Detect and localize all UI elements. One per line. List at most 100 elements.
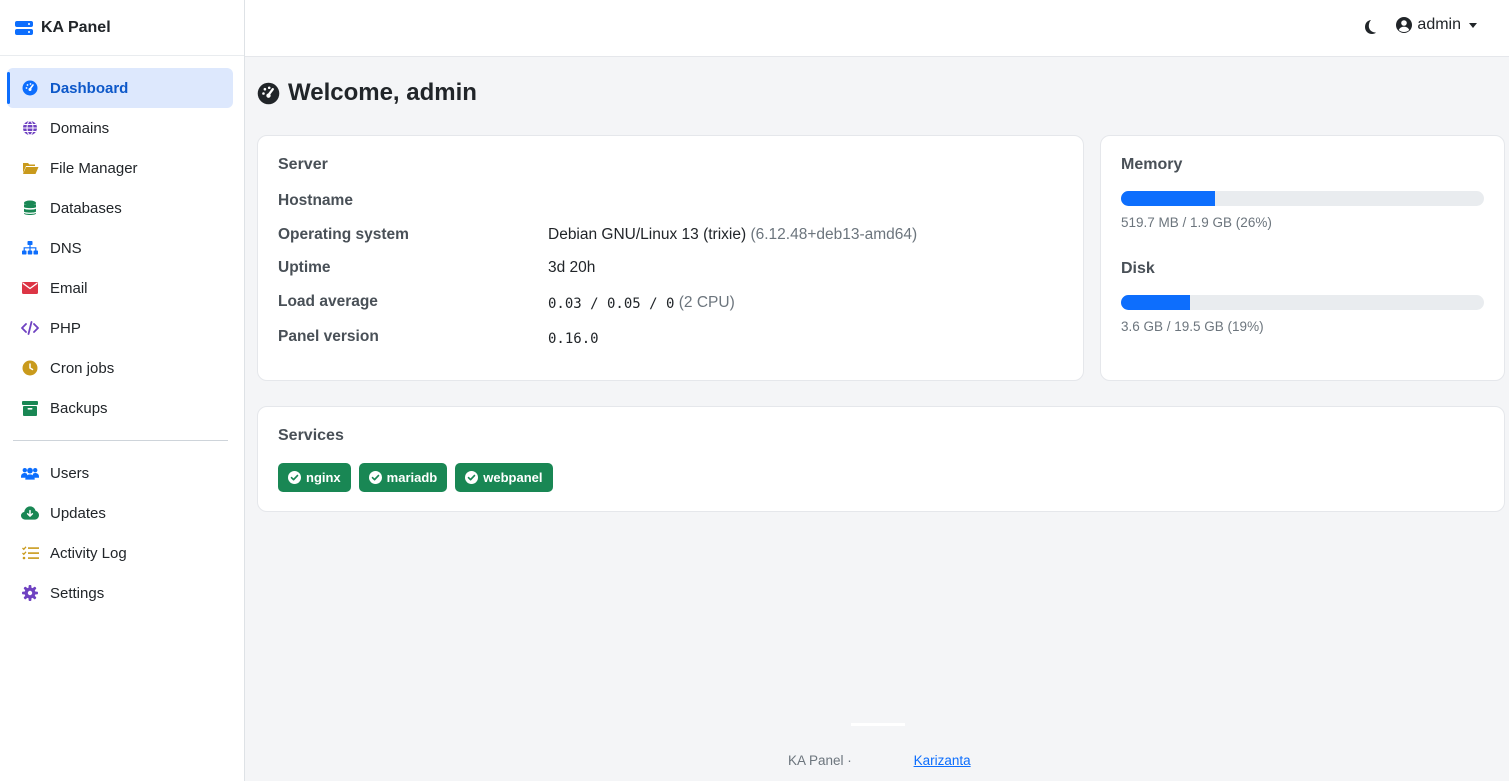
user-circle-icon [1396, 17, 1413, 33]
sitemap-icon [21, 239, 39, 257]
check-circle-icon [465, 471, 479, 484]
sidebar-item-label: PHP [50, 319, 81, 337]
disk-label: Disk [1121, 260, 1155, 277]
service-name: nginx [306, 470, 341, 485]
sidebar-item-php[interactable]: PHP [7, 308, 233, 348]
brand-name: KA Panel [41, 18, 111, 36]
sidebar-nav: Dashboard Domains File Manager Databases… [0, 56, 244, 613]
sidebar-item-cron-jobs[interactable]: Cron jobs [7, 348, 233, 388]
globe-icon [21, 119, 39, 137]
os-kernel: (6.12.48+deb13-amd64) [750, 226, 918, 243]
disk-progress-bar [1121, 295, 1484, 310]
os-row: Operating system Debian GNU/Linux 13 (tr… [278, 226, 1063, 248]
check-circle-icon [288, 471, 301, 484]
user-menu[interactable]: admin [1396, 16, 1477, 34]
memory-label: Memory [1121, 156, 1183, 173]
load-cpu: (2 CPU) [678, 294, 735, 311]
uptime-label: Uptime [278, 259, 331, 276]
version-value: 0.16.0 [548, 331, 599, 347]
sidebar-item-updates[interactable]: Updates [7, 493, 233, 533]
list-check-icon [21, 544, 39, 562]
resources-card: Memory 519.7 MB / 1.9 GB (26%) Disk 3.6 … [1100, 135, 1505, 381]
sidebar-item-dashboard[interactable]: Dashboard [7, 68, 233, 108]
load-label: Load average [278, 293, 378, 310]
sidebar-item-label: Databases [50, 199, 122, 217]
main-content: Welcome, admin Server Hostname Operating… [245, 57, 1509, 781]
sidebar-item-dns[interactable]: DNS [7, 228, 233, 268]
disk-usage-text: 3.6 GB / 19.5 GB (19%) [1121, 319, 1264, 334]
version-label: Panel version [278, 328, 379, 345]
sidebar-divider [13, 440, 228, 441]
clock-icon [21, 359, 39, 377]
envelope-icon [21, 279, 39, 297]
memory-progress-fill [1121, 191, 1216, 206]
archive-icon [21, 399, 39, 417]
os-label: Operating system [278, 226, 409, 243]
os-value-group: Debian GNU/Linux 13 (trixie) (6.12.48+de… [548, 226, 917, 244]
moon-icon[interactable] [1360, 17, 1380, 37]
services-list: nginx mariadb webpanel [278, 463, 553, 492]
service-badge: mariadb [358, 463, 448, 492]
service-name: mariadb [386, 470, 438, 485]
sidebar-item-label: Email [50, 279, 88, 297]
sidebar-item-databases[interactable]: Databases [7, 188, 233, 228]
topbar: admin [245, 0, 1509, 57]
cloud-download-icon [21, 504, 39, 522]
memory-progress-bar [1121, 191, 1484, 206]
sidebar-item-users[interactable]: Users [7, 453, 233, 493]
footer-divider [851, 723, 905, 726]
sidebar: KA Panel Dashboard Domains File Manager … [0, 0, 245, 781]
disk-progress-fill [1121, 295, 1190, 310]
footer: KA Panel · Karizanta [788, 753, 971, 768]
server-card: Server Hostname Operating system Debian … [257, 135, 1084, 381]
folder-open-icon [21, 159, 39, 177]
sidebar-item-label: DNS [50, 239, 82, 257]
sidebar-item-label: Dashboard [50, 79, 129, 97]
services-heading: Services [278, 427, 344, 444]
sidebar-item-label: Users [50, 464, 90, 482]
sidebar-item-activity-log[interactable]: Activity Log [7, 533, 233, 573]
sidebar-item-email[interactable]: Email [7, 268, 233, 308]
sidebar-item-settings[interactable]: Settings [7, 573, 233, 613]
load-value-group: 0.03 / 0.05 / 0 (2 CPU) [548, 294, 735, 313]
user-name: admin [1417, 16, 1461, 33]
server-icon [15, 20, 33, 35]
load-value: 0.03 / 0.05 / 0 [548, 296, 675, 312]
services-card: Services nginx mariadb webpanel [257, 406, 1505, 512]
uptime-row: Uptime 3d 20h [278, 259, 1063, 281]
sidebar-item-label: Cron jobs [50, 359, 115, 377]
caret-down-icon [1469, 22, 1477, 28]
sidebar-item-label: File Manager [50, 159, 138, 177]
hostname-label: Hostname [278, 192, 353, 209]
service-name: webpanel [483, 470, 543, 485]
uptime-value: 3d 20h [548, 259, 596, 276]
os-value: Debian GNU/Linux 13 (trixie) [548, 226, 747, 243]
sidebar-item-label: Settings [50, 584, 105, 602]
footer-text: KA Panel · [788, 753, 852, 768]
hostname-row: Hostname [278, 192, 1063, 214]
sidebar-item-label: Backups [50, 399, 108, 417]
code-icon [21, 319, 39, 337]
page-title-text: Welcome, admin [288, 79, 477, 106]
version-row: Panel version 0.16.0 [278, 328, 1063, 350]
load-row: Load average 0.03 / 0.05 / 0 (2 CPU) [278, 293, 1063, 315]
database-icon [21, 199, 39, 217]
memory-usage-text: 519.7 MB / 1.9 GB (26%) [1121, 215, 1272, 230]
service-badge: webpanel [455, 463, 553, 492]
sidebar-item-backups[interactable]: Backups [7, 388, 233, 428]
server-heading: Server [278, 156, 328, 173]
footer-link[interactable]: Karizanta [914, 753, 971, 768]
page-title: Welcome, admin [257, 79, 477, 107]
service-badge: nginx [278, 463, 351, 492]
check-circle-icon [368, 471, 382, 484]
gear-icon [21, 584, 39, 602]
sidebar-item-domains[interactable]: Domains [7, 108, 233, 148]
sidebar-item-label: Domains [50, 119, 110, 137]
dashboard-icon [257, 82, 280, 104]
sidebar-item-label: Activity Log [50, 544, 127, 562]
sidebar-item-label: Updates [50, 504, 106, 522]
dashboard-icon [21, 79, 39, 97]
users-icon [21, 464, 39, 482]
brand[interactable]: KA Panel [0, 0, 244, 56]
sidebar-item-file-manager[interactable]: File Manager [7, 148, 233, 188]
